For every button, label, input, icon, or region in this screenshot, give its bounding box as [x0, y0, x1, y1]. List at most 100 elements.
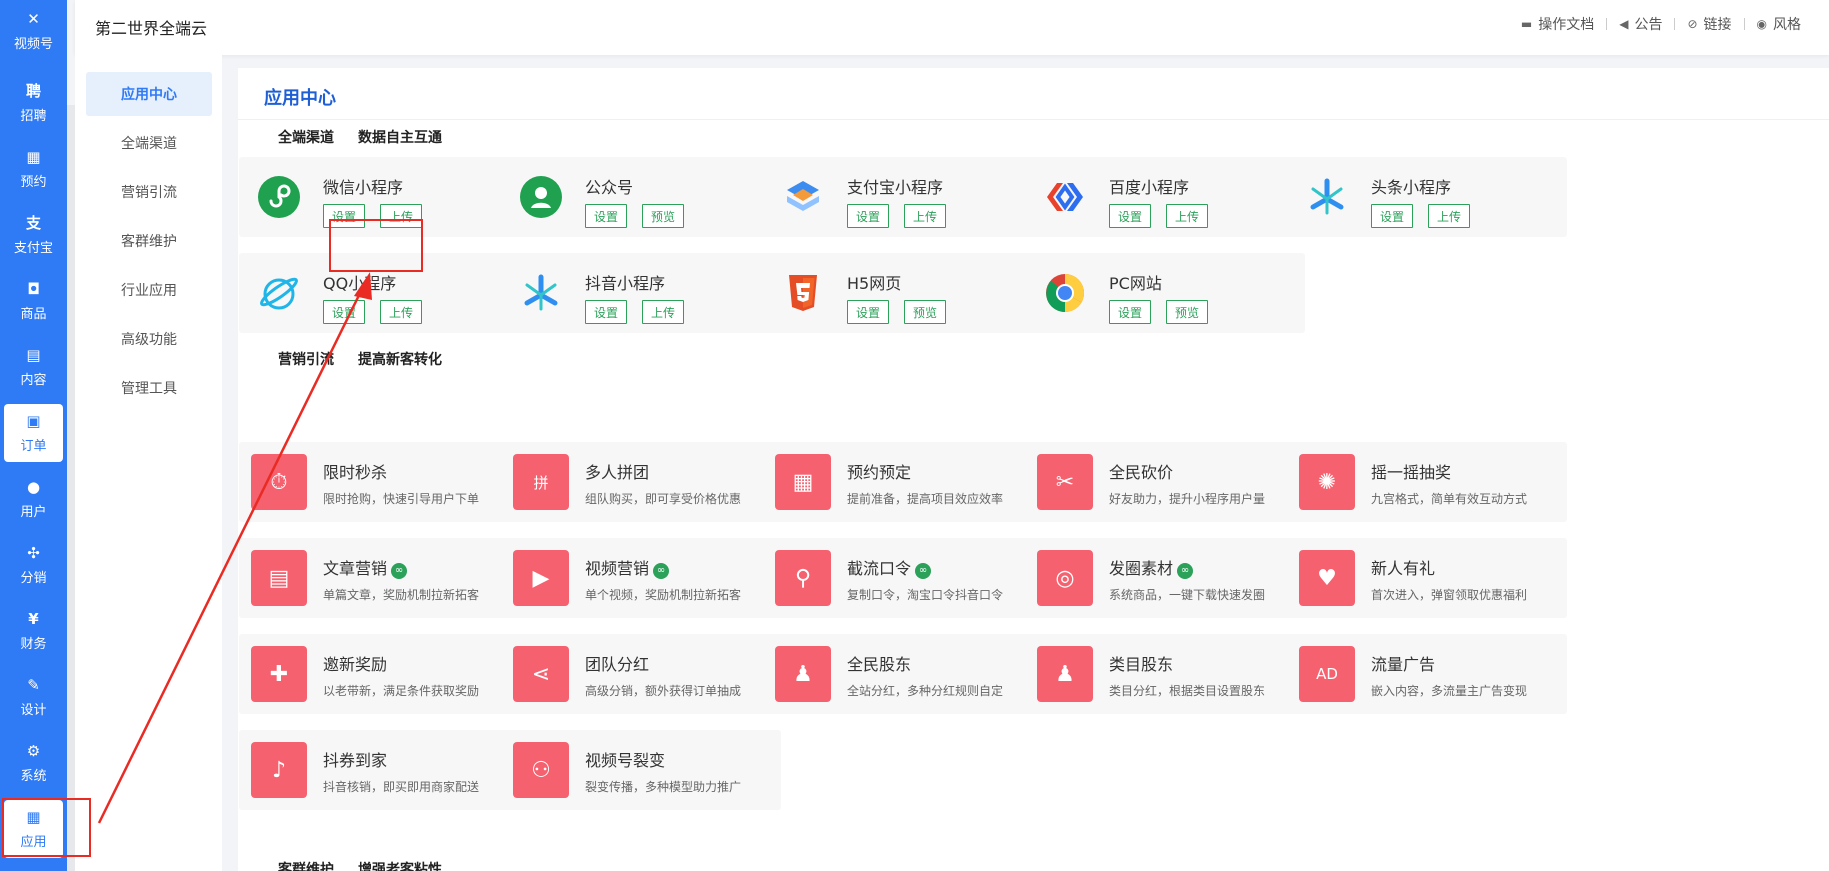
channel-card[interactable]: 抖音小程序 设置 上传	[501, 253, 781, 333]
channel-card[interactable]: 头条小程序设置 上传	[1287, 157, 1567, 237]
section-tagline: 数据自主互通	[358, 130, 442, 146]
section-retention: 客群维护 增强老客粘性	[278, 859, 442, 871]
channel-card[interactable]: 百度小程序设置 上传	[1025, 157, 1305, 237]
rail-item[interactable]: ● 用户	[0, 468, 67, 530]
marketing-name-text: 摇一摇抽奖	[1371, 463, 1452, 482]
marketing-card[interactable]: ♟ 全民股东 全站分红，多种分红规则自定	[763, 634, 1043, 714]
header-link[interactable]: ◉ 风格	[1757, 14, 1801, 34]
marketing-card[interactable]: 拼多人拼团 组队购买，即可享受价格优惠	[501, 442, 781, 522]
header-link[interactable]: ▬ 操作文档	[1521, 14, 1594, 34]
upload-button[interactable]: 上传	[380, 300, 423, 324]
channel-name: 头条小程序	[1371, 178, 1452, 197]
subnav-item[interactable]: 应用中心	[86, 72, 212, 116]
subnav-item[interactable]: 全端渠道	[86, 121, 212, 165]
annotation-highlight-settings-button	[329, 219, 423, 272]
marketing-card[interactable]: ⚇ 视频号裂变 裂变传播，多种模型助力推广	[501, 730, 781, 810]
settings-button[interactable]: 设置	[1109, 300, 1152, 324]
channel-name: PC网站	[1109, 274, 1162, 293]
channel-name: 百度小程序	[1109, 178, 1190, 197]
marketing-icon-wrap: ⋖	[513, 646, 569, 702]
ad-icon: AD	[1299, 646, 1355, 702]
settings-button[interactable]: 设置	[847, 300, 890, 324]
settings-button[interactable]: 设置	[1109, 204, 1152, 228]
marketing-icon-wrap: ▶	[513, 550, 569, 606]
upload-button[interactable]: 上传	[904, 204, 947, 228]
header-link[interactable]: ⊘ 链接	[1687, 14, 1731, 34]
marketing-card[interactable]: ▦ 预约预定 提前准备，提高项目效应效率	[763, 442, 1043, 522]
rail-item[interactable]: ✣ 分销	[0, 534, 67, 596]
channel-name: 公众号	[585, 178, 634, 197]
channel-card[interactable]: PC网站设置 预览	[1025, 253, 1305, 333]
marketing-card[interactable]: ▶ 视频营销 ∞ 单个视频，奖励机制拉新拓客	[501, 538, 781, 618]
settings-button[interactable]: 设置	[323, 300, 366, 324]
page-title: 应用中心	[264, 88, 336, 109]
upload-button[interactable]: 上传	[1428, 204, 1471, 228]
marketing-icon-wrap: ▤	[251, 550, 307, 606]
channel-card[interactable]: 公众号设置 预览	[501, 157, 781, 237]
channel-actions: 设置 上传	[323, 300, 437, 324]
goods-bag-icon: ◘	[27, 279, 40, 298]
baidu-miniprogram-icon	[1037, 169, 1093, 225]
rail-item[interactable]: ✎ 设计	[0, 666, 67, 728]
upload-button[interactable]: 上传	[642, 300, 685, 324]
rail-item[interactable]: 聘招聘	[0, 72, 67, 134]
rail-item[interactable]: ¥ 财务	[0, 600, 67, 662]
marketing-card[interactable]: ✺ 摇一摇抽奖 九宫格式，简单有效互动方式	[1287, 442, 1567, 522]
settings-button[interactable]: 设置	[585, 204, 628, 228]
subnav-item[interactable]: 客群维护	[86, 219, 212, 263]
marketing-name-text: 视频营销	[585, 559, 650, 578]
settings-button[interactable]: 设置	[1371, 204, 1414, 228]
marketing-name: 全民砍价	[1109, 459, 1173, 483]
marketing-desc: 限时抢购，快速引导用户下单	[323, 492, 480, 506]
subnav-item[interactable]: 高级功能	[86, 317, 212, 361]
lottery-wheel-icon: ✺	[1299, 454, 1355, 510]
speaker-icon: ◀	[1619, 17, 1629, 31]
settings-button[interactable]: 设置	[585, 300, 628, 324]
top-header: 第二世界全端云 ▬ 操作文档 ◀ 公告 ⊘ 链接 ◉ 风格	[75, 0, 1829, 55]
marketing-name: 抖券到家	[323, 747, 387, 771]
preview-button[interactable]: 预览	[904, 300, 947, 324]
rail-item[interactable]: ⚙ 系统	[0, 732, 67, 794]
settings-button[interactable]: 设置	[847, 204, 890, 228]
rail-item[interactable]: 支支付宝	[0, 204, 67, 266]
rail-item[interactable]: ◘ 商品	[0, 270, 67, 332]
douyin-miniprogram-icon	[513, 265, 569, 321]
marketing-icon-wrap: ⏱	[251, 454, 307, 510]
channel-card[interactable]: H5网页 设置 预览	[763, 253, 1043, 333]
preview-button[interactable]: 预览	[1166, 300, 1209, 324]
marketing-icon-wrap: ◎	[1037, 550, 1093, 606]
marketing-name: 预约预定	[847, 459, 911, 483]
preview-button[interactable]: 预览	[642, 204, 685, 228]
marketing-name: 文章营销 ∞	[323, 555, 408, 579]
marketing-card[interactable]: ♟ 类目股东 类目分红，根据类目设置股东	[1025, 634, 1305, 714]
app-center-panel: 应用中心 全端渠道 数据自主互通 营销引流 提高新客转化 客群维护 增强老客粘性 微信…	[238, 68, 1829, 871]
subnav-item[interactable]: 营销引流	[86, 170, 212, 214]
marketing-card[interactable]: ▤ 文章营销 ∞ 单篇文章，奖励机制拉新拓客	[239, 538, 519, 618]
section-marketing: 营销引流 提高新客转化	[278, 349, 442, 369]
rail-item[interactable]: ▦ 预约	[0, 138, 67, 200]
channel-actions: 设置 上传	[1371, 204, 1485, 228]
marketing-card[interactable]: ✚ 邀新奖励 以老带新，满足条件获取奖励	[239, 634, 519, 714]
subnav-item[interactable]: 管理工具	[86, 366, 212, 410]
marketing-card[interactable]: ♥ 新人有礼 首次进入，弹窗领取优惠福利	[1287, 538, 1567, 618]
marketing-card[interactable]: ⏱ 限时秒杀 限时抢购，快速引导用户下单	[239, 442, 519, 522]
marketing-card[interactable]: ✂ 全民砍价 好友助力，提升小程序用户量	[1025, 442, 1305, 522]
header-separator	[1606, 18, 1608, 30]
marketing-card[interactable]: ◎ 发圈素材 ∞ 系统商品，一键下载快速发圈	[1025, 538, 1305, 618]
rail-item[interactable]: ✕ 视频号	[0, 0, 67, 62]
category-shareholder-icon: ♟	[1037, 646, 1093, 702]
marketing-card[interactable]: ⋖ 团队分红 高级分销，额外获得订单抽成	[501, 634, 781, 714]
wechat-miniprogram-icon	[251, 169, 307, 225]
subnav-item[interactable]: 行业应用	[86, 268, 212, 312]
marketing-card[interactable]: ♪ 抖券到家 抖音核销，即买即用商家配送	[239, 730, 519, 810]
rail-scrollbar[interactable]	[67, 105, 75, 871]
reservation-calendar-icon: ▦	[775, 454, 831, 510]
upload-button[interactable]: 上传	[1166, 204, 1209, 228]
rail-item[interactable]: ▤ 内容	[0, 336, 67, 398]
channel-card[interactable]: 支付宝小程序 设置 上传	[763, 157, 1043, 237]
header-link[interactable]: ◀ 公告	[1619, 14, 1662, 34]
marketing-card[interactable]: AD 流量广告 嵌入内容，多流量主广告变现	[1287, 634, 1567, 714]
palette-icon: ◉	[1756, 17, 1767, 31]
marketing-card[interactable]: ⚲ 截流口令 ∞ 复制口令，淘宝口令抖音口令	[763, 538, 1043, 618]
rail-item[interactable]: ▣ 订单	[4, 404, 63, 462]
